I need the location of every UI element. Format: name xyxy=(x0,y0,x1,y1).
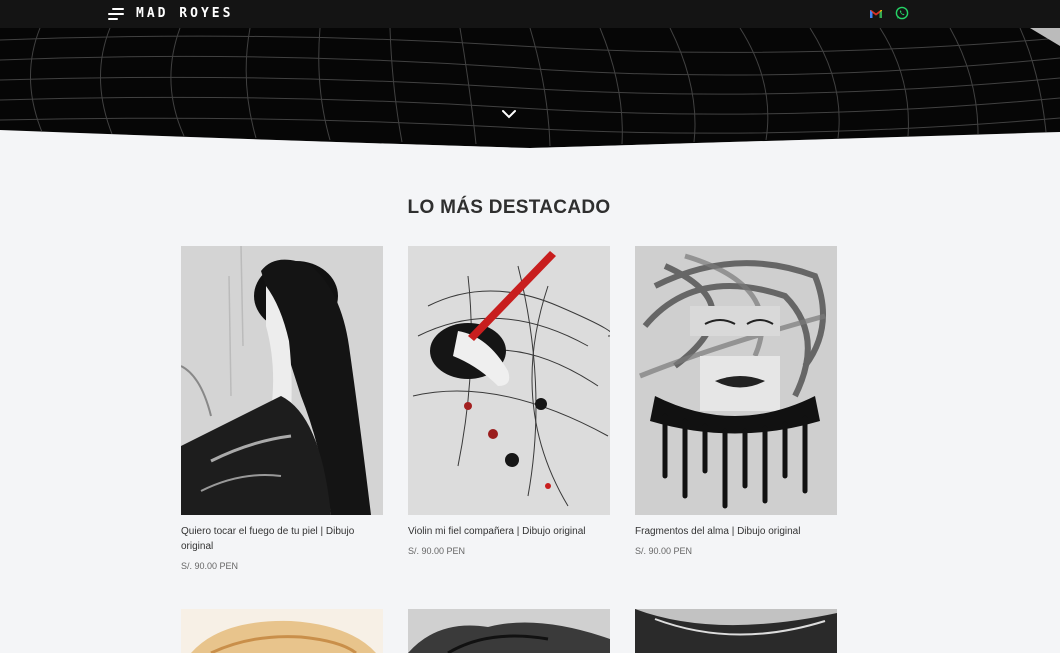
product-card[interactable] xyxy=(181,609,383,653)
product-title[interactable]: Fragmentos del alma | Dibujo original xyxy=(635,524,837,539)
product-image[interactable] xyxy=(635,246,837,515)
hero-banner xyxy=(0,28,1060,158)
product-image[interactable] xyxy=(408,609,610,653)
whatsapp-icon[interactable] xyxy=(895,6,909,20)
section-title: LO MÁS DESTACADO xyxy=(407,197,611,218)
product-card[interactable]: Fragmentos del alma | Dibujo original S/… xyxy=(635,246,837,556)
product-card[interactable]: Violin mi fiel compañera | Dibujo origin… xyxy=(408,246,610,556)
chevron-down-icon[interactable] xyxy=(500,107,518,121)
product-title[interactable]: Violin mi fiel compañera | Dibujo origin… xyxy=(408,524,610,539)
top-navbar: MAD ROYES xyxy=(0,0,1060,28)
product-price: S/. 90.00 PEN xyxy=(181,561,239,571)
product-image[interactable] xyxy=(181,246,383,515)
hamburger-icon[interactable] xyxy=(108,8,124,20)
product-image[interactable] xyxy=(635,609,837,653)
product-image[interactable] xyxy=(181,609,383,653)
product-title[interactable]: Quiero tocar el fuego de tu piel | Dibuj… xyxy=(181,524,383,554)
product-card[interactable]: Quiero tocar el fuego de tu piel | Dibuj… xyxy=(181,246,383,571)
product-card[interactable] xyxy=(408,609,610,653)
product-price: S/. 90.00 PEN xyxy=(635,546,693,556)
product-card[interactable] xyxy=(635,609,837,653)
site-logo[interactable]: MAD ROYES xyxy=(136,6,233,22)
product-image[interactable] xyxy=(408,246,610,515)
product-price: S/. 90.00 PEN xyxy=(408,546,466,556)
gmail-icon[interactable] xyxy=(869,7,883,21)
